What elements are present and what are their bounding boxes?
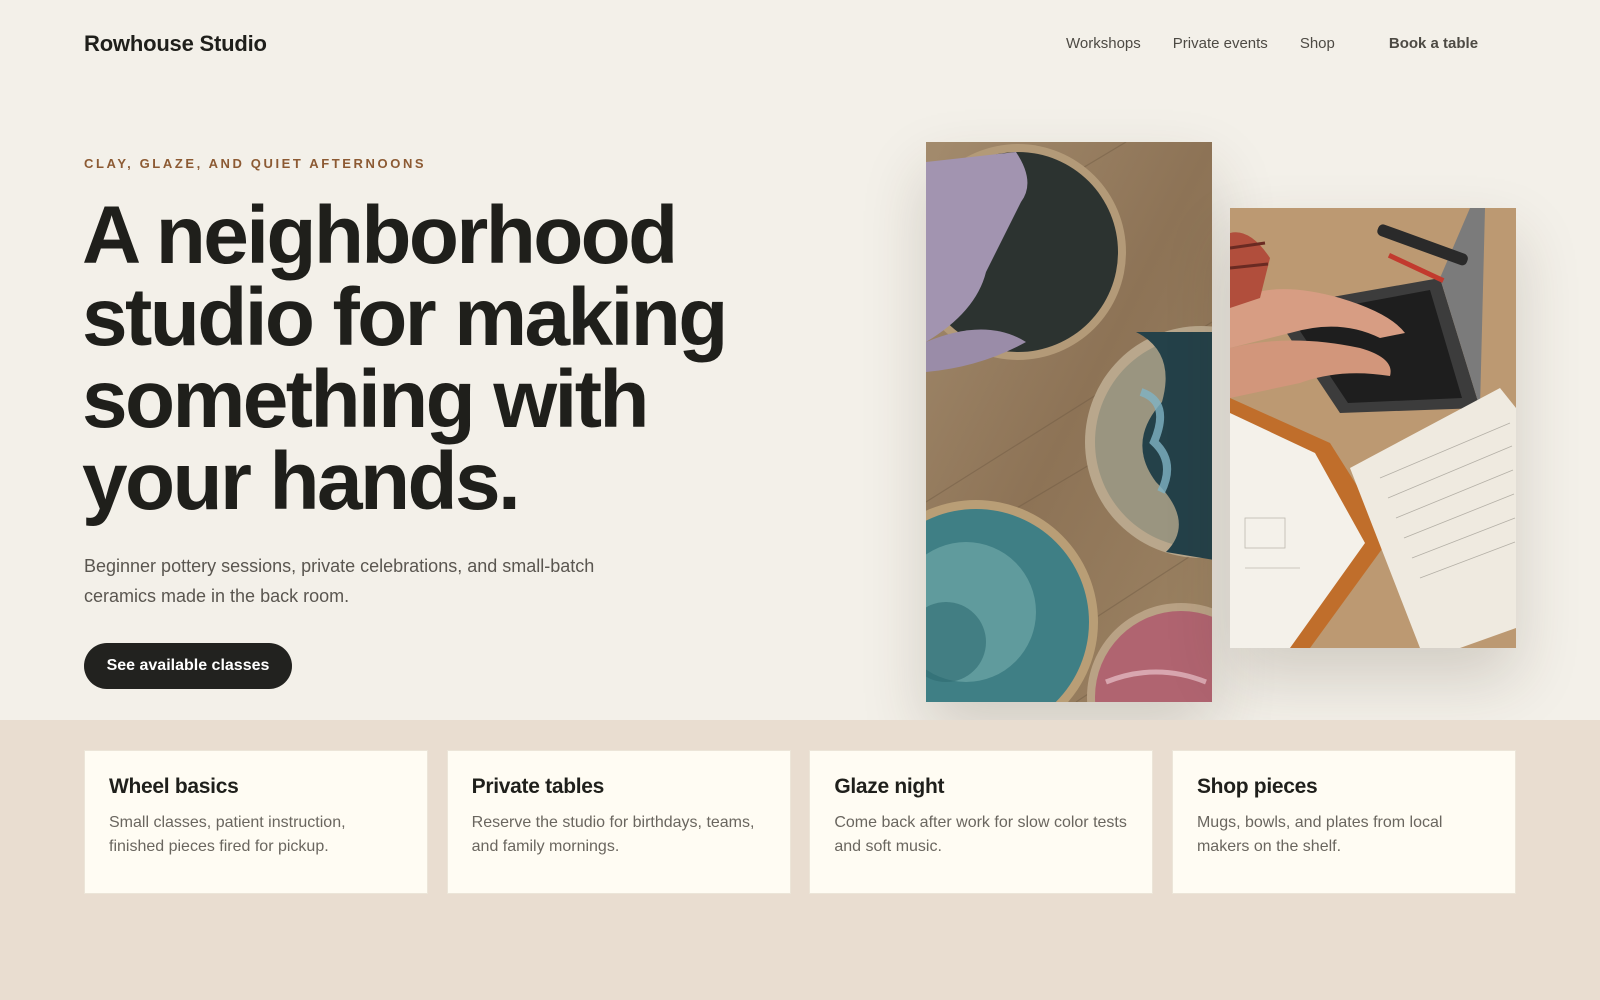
- brand-logo[interactable]: Rowhouse Studio: [84, 31, 267, 57]
- card-glaze-night[interactable]: Glaze night Come back after work for slo…: [809, 750, 1154, 894]
- card-title: Private tables: [471, 775, 605, 798]
- card-text: Mugs, bowls, and plates from local maker…: [1196, 814, 1443, 855]
- hero-lede: Beginner pottery sessions, private celeb…: [84, 556, 595, 606]
- card-title: Shop pieces: [1196, 775, 1318, 798]
- card-wheel-basics[interactable]: Wheel basics Small classes, patient inst…: [84, 750, 428, 894]
- feature-cards: Wheel basics Small classes, patient inst…: [84, 750, 1516, 894]
- nav-shop[interactable]: Shop: [1300, 35, 1335, 52]
- nav-workshops[interactable]: Workshops: [1066, 35, 1141, 52]
- see-classes-button[interactable]: See available classes: [84, 643, 292, 689]
- card-private-tables[interactable]: Private tables Reserve the studio for bi…: [446, 750, 791, 894]
- laptop-workbench-photo: [1230, 208, 1516, 648]
- hero-eyebrow: CLAY, GLAZE, AND QUIET AFTERNOONS: [84, 156, 427, 171]
- card-title: Glaze night: [834, 775, 945, 798]
- ceramic-plates-photo: [926, 142, 1212, 702]
- main-nav: Workshops Private events Shop Book a tab…: [1066, 35, 1478, 52]
- nav-private-events[interactable]: Private events: [1173, 35, 1268, 52]
- card-text: Small classes, patient instruction, fini…: [109, 814, 346, 855]
- site-header: Rowhouse Studio Workshops Private events…: [0, 0, 1600, 90]
- card-text: Come back after work for slow color test…: [834, 814, 1127, 855]
- hero-headline: A neighborhood studio for making somethi…: [82, 190, 728, 527]
- book-a-table-link[interactable]: Book a table: [1389, 35, 1478, 52]
- card-shop-pieces[interactable]: Shop pieces Mugs, bowls, and plates from…: [1171, 750, 1516, 894]
- card-text: Reserve the studio for birthdays, teams,…: [471, 814, 755, 855]
- card-title: Wheel basics: [109, 775, 239, 798]
